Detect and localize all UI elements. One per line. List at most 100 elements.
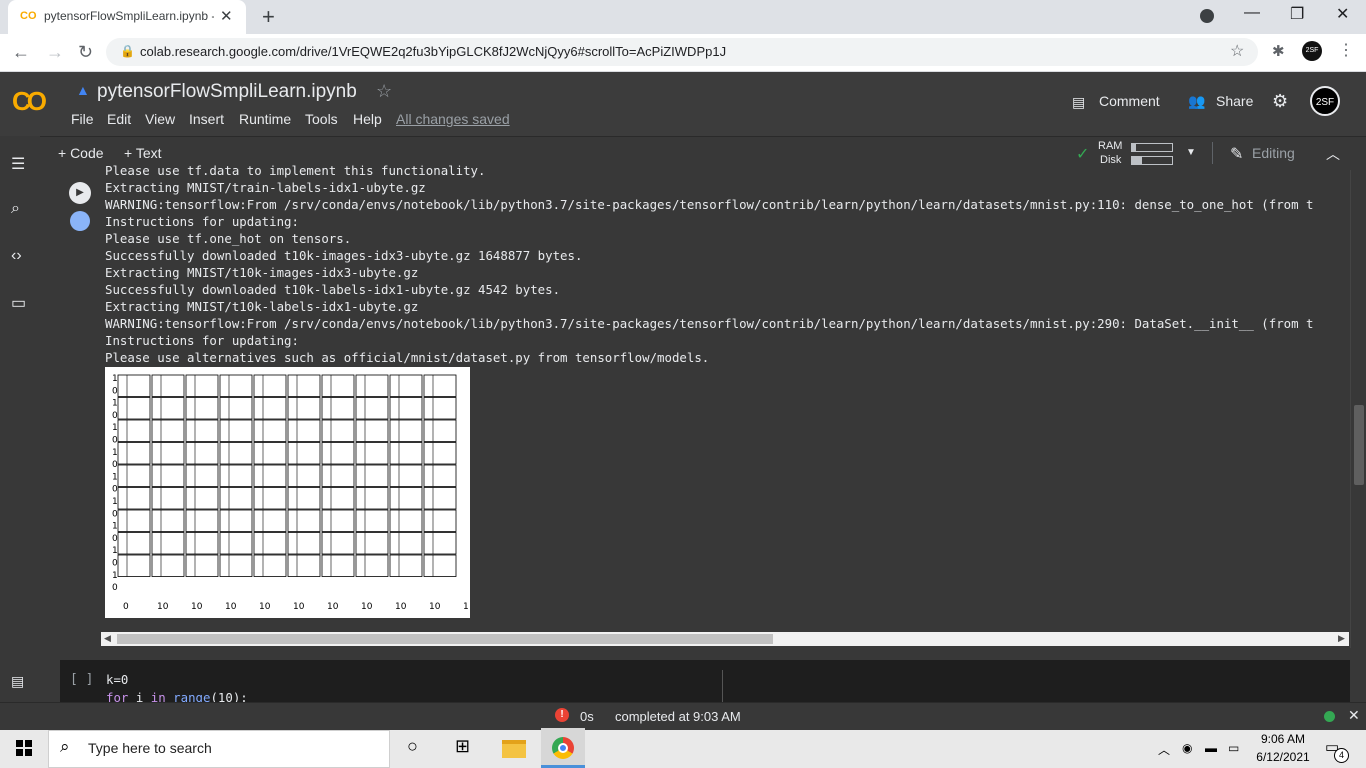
taskbar-search-icon: ⌕ <box>60 737 70 756</box>
cell-execution-brackets[interactable]: [ ] <box>70 672 93 687</box>
y-tick-label: 1 <box>112 399 118 409</box>
comment-button[interactable]: Comment <box>1099 93 1160 109</box>
add-text-button[interactable]: + Text <box>124 145 162 161</box>
files-folder-icon[interactable]: ▭ <box>11 293 26 313</box>
x-tick-label: 10 <box>429 602 441 612</box>
error-icon[interactable]: ! <box>555 708 569 722</box>
x-tick-label: 10 <box>191 602 203 612</box>
y-tick-label: 1 <box>112 374 118 384</box>
chrome-menu-icon[interactable]: ⋮ <box>1338 40 1354 60</box>
y-tick-label: 0 <box>112 436 118 446</box>
subplot-panel <box>117 554 151 577</box>
tab-close-icon[interactable]: ✕ <box>220 7 233 25</box>
subplot-panel <box>185 554 219 577</box>
settings-gear-icon[interactable]: ⚙ <box>1272 91 1288 112</box>
chrome-profile-avatar[interactable]: 2SF <box>1302 41 1322 61</box>
y-tick-label: 1 <box>112 522 118 532</box>
completion-status[interactable]: completed at 9:03 AM <box>615 709 741 724</box>
scroll-right-icon[interactable]: ▶ <box>1338 633 1345 644</box>
collapse-header-icon[interactable]: ︿ <box>1326 144 1340 164</box>
subplot-panel <box>253 419 287 442</box>
colab-logo[interactable]: CO <box>12 86 47 117</box>
menu-tools[interactable]: Tools <box>305 111 338 127</box>
clock-time[interactable]: 9:06 AM <box>1252 732 1314 746</box>
cortana-icon[interactable]: ○ <box>407 736 418 757</box>
notebook-title[interactable]: pytensorFlowSmpliLearn.ipynb <box>97 81 357 103</box>
clock-date[interactable]: 6/12/2021 <box>1252 750 1314 764</box>
reload-icon[interactable]: ↻ <box>78 42 93 63</box>
star-notebook-icon[interactable]: ☆ <box>376 81 392 102</box>
output-line: Extracting MNIST/train-labels-idx1-ubyte… <box>105 180 426 195</box>
menu-help[interactable]: Help <box>353 111 382 127</box>
connected-check-icon: ✓ <box>1076 146 1090 163</box>
subplot-panel <box>185 532 219 555</box>
extensions-icon[interactable]: ✱ <box>1272 42 1285 60</box>
task-view-icon[interactable]: ⊞ <box>455 736 470 757</box>
subplot-panel <box>151 487 185 510</box>
table-of-contents-icon[interactable]: ☰ <box>11 154 25 174</box>
execution-time[interactable]: 0s <box>580 709 594 724</box>
profile-menu-icon[interactable] <box>1200 9 1214 23</box>
y-tick-label: 0 <box>112 559 118 569</box>
subplot-panel <box>185 464 219 487</box>
horizontal-scroll-thumb[interactable] <box>117 634 773 644</box>
subplot-panel <box>219 487 253 510</box>
output-avatar-icon <box>70 211 90 231</box>
subplot-panel <box>219 509 253 532</box>
subplot-panel <box>389 397 423 420</box>
menu-view[interactable]: View <box>145 111 175 127</box>
subplot-panel <box>151 532 185 555</box>
editing-mode-label[interactable]: Editing <box>1252 145 1295 161</box>
code-cell[interactable] <box>60 660 1350 702</box>
tray-meet-icon[interactable]: ◉ <box>1182 741 1192 755</box>
network-icon[interactable]: ▭ <box>1228 741 1239 755</box>
subplot-panel <box>151 464 185 487</box>
ram-label[interactable]: RAM <box>1098 140 1122 152</box>
bookmark-star-icon[interactable]: ☆ <box>1230 41 1244 61</box>
run-cell-icon[interactable]: ▶ <box>69 182 91 204</box>
windows-start-icon[interactable] <box>16 740 32 756</box>
battery-icon[interactable]: ▬ <box>1205 741 1217 755</box>
url-text[interactable]: colab.research.google.com/drive/1VrEQWE2… <box>140 44 726 59</box>
add-code-button[interactable]: + Code <box>58 145 104 161</box>
restore-icon[interactable]: ❐ <box>1290 4 1304 24</box>
scroll-left-icon[interactable]: ◀ <box>104 633 111 644</box>
output-line: WARNING:tensorflow:From /srv/conda/envs/… <box>105 197 1314 212</box>
window-close-icon[interactable]: ✕ <box>1336 4 1349 24</box>
tray-chevron-icon[interactable]: ︿ <box>1158 741 1170 758</box>
resources-dropdown-icon[interactable]: ▼ <box>1186 147 1196 158</box>
share-people-icon[interactable]: 👥 <box>1188 93 1205 110</box>
taskbar-search-placeholder[interactable]: Type here to search <box>88 740 212 756</box>
forward-arrow-icon[interactable]: → <box>46 42 64 63</box>
file-explorer-icon[interactable] <box>502 740 526 758</box>
output-line: Please use tf.one_hot on tensors. <box>105 231 352 246</box>
vertical-scroll-thumb[interactable] <box>1354 405 1364 485</box>
subplot-panel <box>117 419 151 442</box>
ram-usage-bar[interactable] <box>1131 143 1173 152</box>
account-avatar[interactable]: 2SF <box>1310 86 1340 116</box>
terminal-icon[interactable]: ▤ <box>11 673 24 690</box>
menu-runtime[interactable]: Runtime <box>239 111 291 127</box>
code-snippets-icon[interactable]: ‹› <box>11 247 22 265</box>
share-button[interactable]: Share <box>1216 93 1253 109</box>
drive-icon[interactable]: ▲ <box>76 82 90 98</box>
back-arrow-icon[interactable]: ← <box>12 42 30 63</box>
status-close-icon[interactable]: ✕ <box>1348 707 1360 724</box>
lock-icon[interactable]: 🔒 <box>120 44 135 58</box>
subplot-panel <box>253 554 287 577</box>
subplot-panel <box>185 509 219 532</box>
pencil-icon[interactable]: ✎ <box>1230 144 1243 164</box>
subplot-panel <box>389 419 423 442</box>
menu-file[interactable]: File <box>71 111 94 127</box>
new-tab-button[interactable]: + <box>262 4 275 30</box>
comment-icon[interactable]: ▤ <box>1072 94 1085 111</box>
menu-insert[interactable]: Insert <box>189 111 224 127</box>
subplot-panel <box>423 487 457 510</box>
search-icon[interactable]: ⌕ <box>11 200 20 218</box>
subplot-panel <box>219 532 253 555</box>
x-tick-label: 1 <box>463 602 469 612</box>
menu-edit[interactable]: Edit <box>107 111 131 127</box>
minimize-icon[interactable]: — <box>1244 4 1260 22</box>
save-status[interactable]: All changes saved <box>396 111 510 127</box>
subplot-panel <box>185 442 219 465</box>
